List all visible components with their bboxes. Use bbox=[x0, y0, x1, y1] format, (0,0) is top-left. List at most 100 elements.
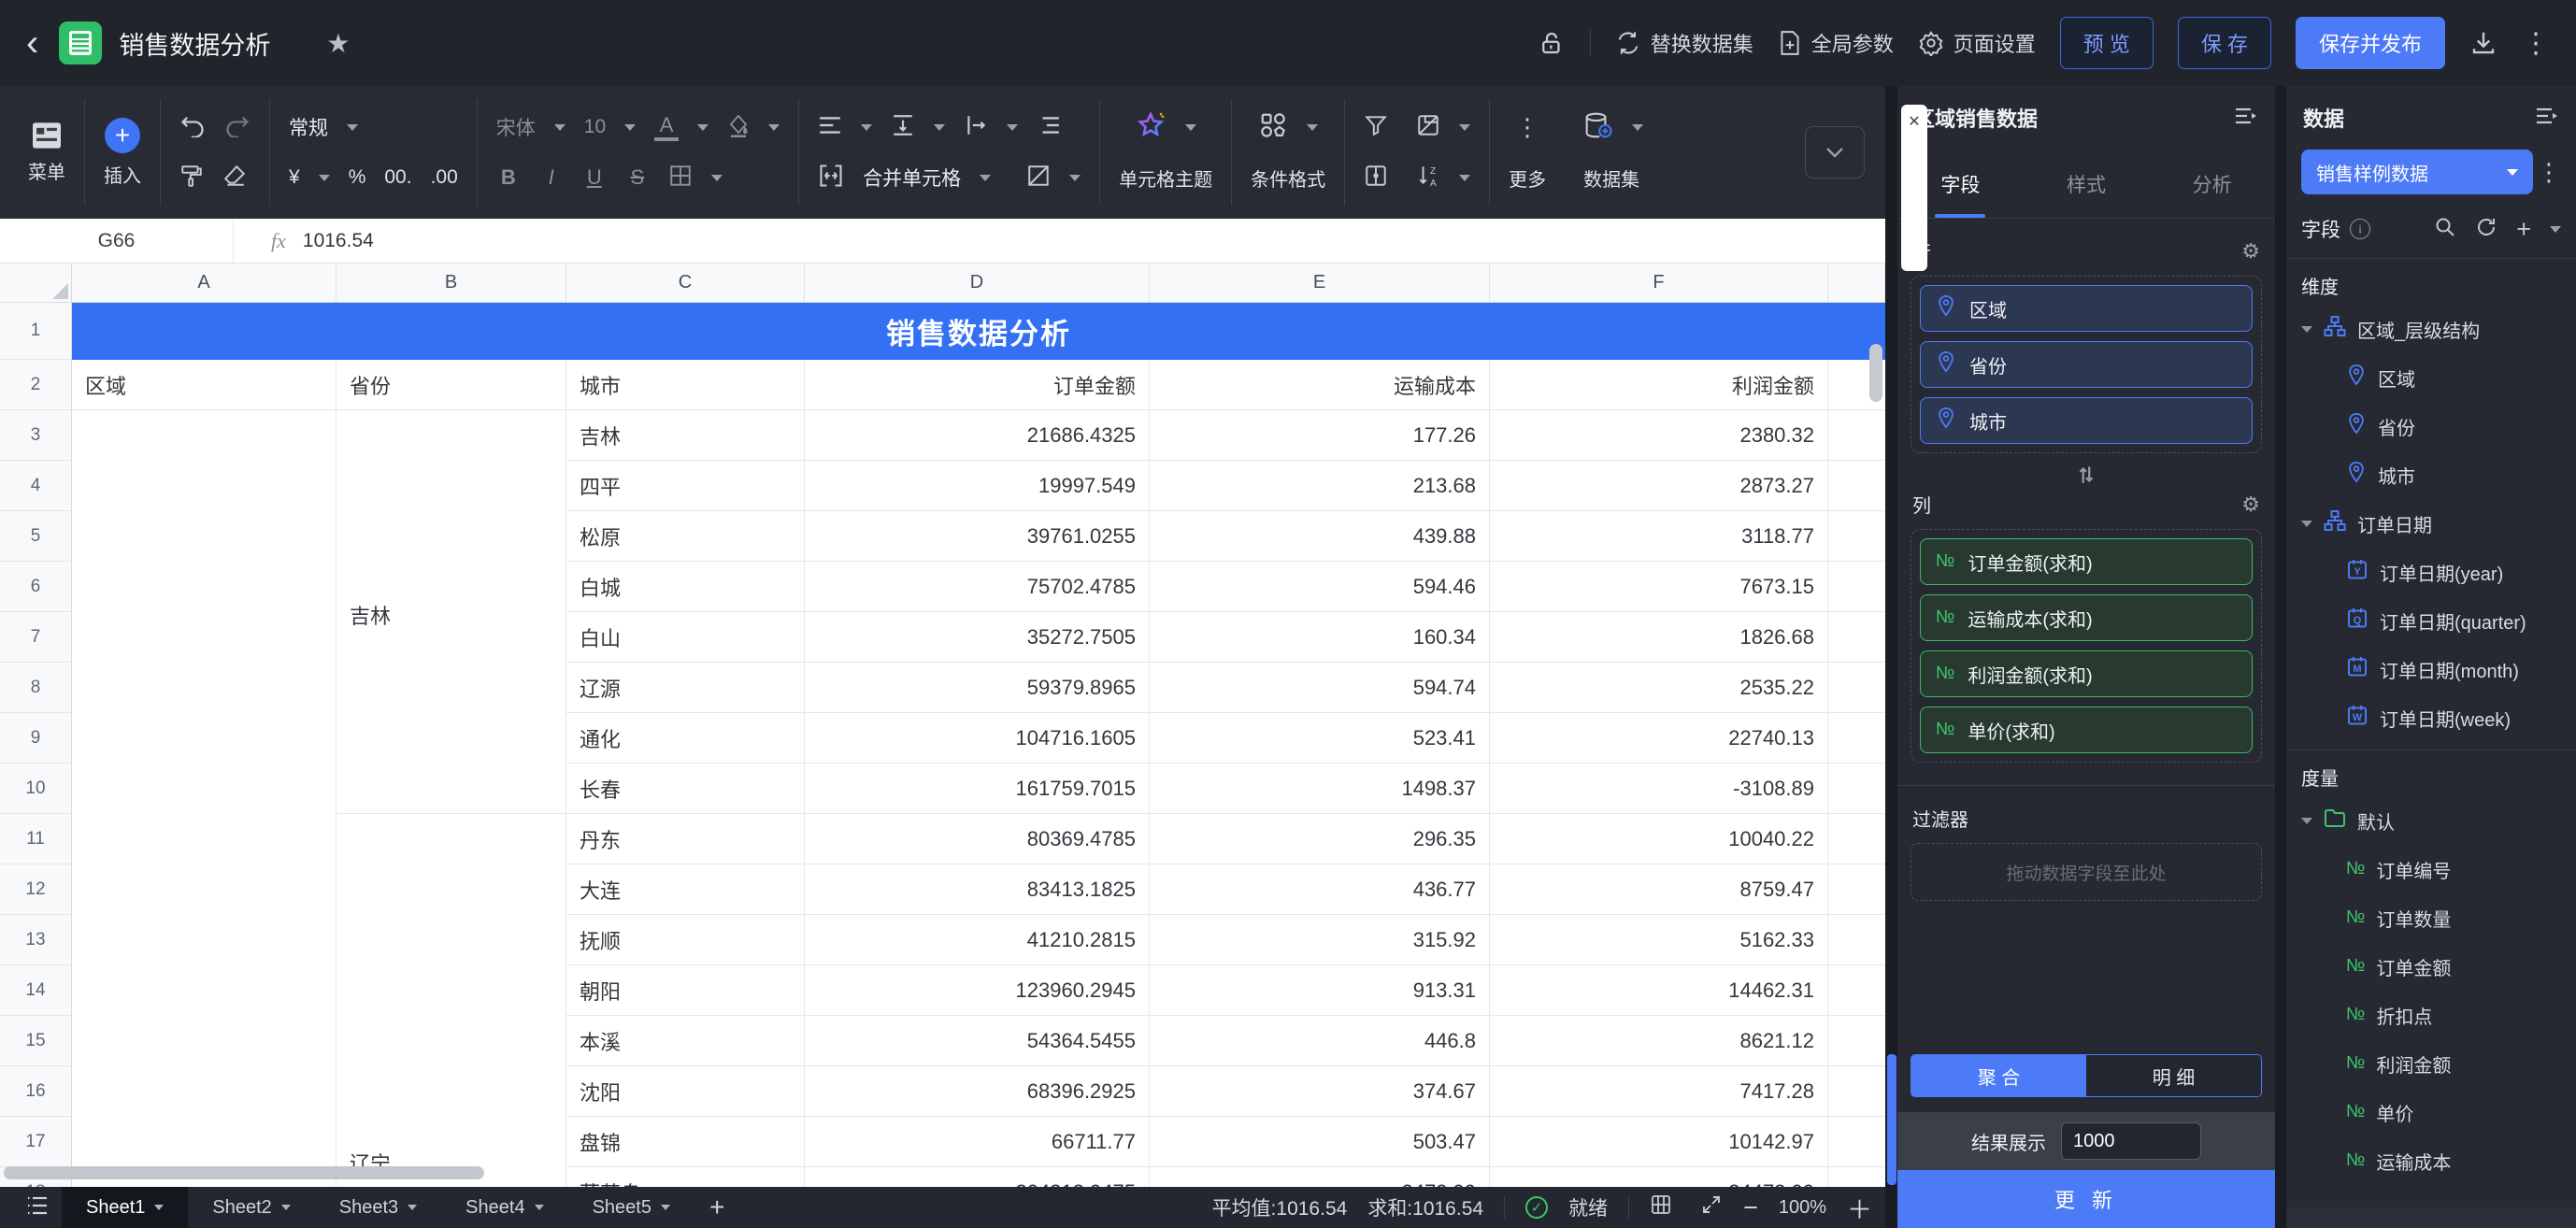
format-painter-icon[interactable] bbox=[179, 164, 204, 193]
header-cell-profit[interactable]: 利润金额 bbox=[1490, 360, 1828, 410]
row-header-2[interactable]: 2 bbox=[0, 360, 72, 410]
horizontal-align-button[interactable] bbox=[818, 115, 842, 140]
cell-order-amount[interactable]: 41210.2815 bbox=[805, 915, 1150, 965]
chevron-down-icon[interactable] bbox=[1007, 123, 1019, 131]
zoom-in-button[interactable]: ＋ bbox=[1847, 1190, 1872, 1226]
chevron-down-icon[interactable] bbox=[553, 123, 565, 131]
caret-down-icon[interactable] bbox=[2301, 325, 2312, 333]
tab-分析[interactable]: 分析 bbox=[2149, 150, 2275, 218]
cell-province-merged[interactable] bbox=[336, 663, 566, 713]
menu-button[interactable]: 菜单 bbox=[28, 121, 65, 184]
column-field-pill[interactable]: № 订单金额(求和) bbox=[1920, 538, 2253, 585]
cell-city[interactable]: 通化 bbox=[566, 713, 805, 764]
cell-profit[interactable]: 14462.31 bbox=[1490, 965, 1828, 1016]
cell-profit[interactable]: 2873.27 bbox=[1490, 461, 1828, 511]
cell-profit[interactable]: 3118.77 bbox=[1490, 511, 1828, 562]
add-field-icon[interactable]: + bbox=[2516, 216, 2531, 242]
tree-item-运输成本[interactable]: № 运输成本 bbox=[2286, 1136, 2576, 1185]
detail-mode-button[interactable]: 明 细 bbox=[2086, 1055, 2261, 1096]
column-header-A[interactable]: A bbox=[72, 264, 336, 303]
sheet-tab-Sheet1[interactable]: Sheet1 bbox=[62, 1187, 189, 1228]
fullscreen-icon[interactable] bbox=[1700, 1193, 1723, 1221]
zoom-out-button[interactable]: − bbox=[1743, 1193, 1758, 1222]
cell-region-merged[interactable] bbox=[72, 713, 336, 764]
cell-shipping-cost[interactable]: 523.41 bbox=[1150, 713, 1490, 764]
cell-province-merged[interactable] bbox=[336, 915, 566, 965]
tree-item-城市[interactable]: 城市 bbox=[2286, 450, 2576, 499]
cell-sliver[interactable] bbox=[1828, 612, 1885, 663]
cell-region-merged[interactable] bbox=[72, 1117, 336, 1167]
cell-order-amount[interactable]: 123960.2945 bbox=[805, 965, 1150, 1016]
sheet-tab-Sheet2[interactable]: Sheet2 bbox=[188, 1187, 314, 1228]
cell-sliver[interactable] bbox=[1828, 1117, 1885, 1167]
sort-icon[interactable]: ZA bbox=[1416, 164, 1440, 193]
indent-button[interactable] bbox=[1037, 115, 1061, 140]
cell-order-amount[interactable]: 21686.4325 bbox=[805, 410, 1150, 461]
cell-sliver[interactable] bbox=[1828, 965, 1885, 1016]
conditional-format-button[interactable]: 条件格式 bbox=[1251, 164, 1325, 192]
cell-order-amount[interactable]: 161759.7015 bbox=[805, 764, 1150, 814]
tree-item-订单日期(month)[interactable]: M 订单日期(month) bbox=[2286, 645, 2576, 693]
chevron-down-icon[interactable] bbox=[318, 174, 330, 181]
chevron-down-icon[interactable] bbox=[347, 123, 358, 131]
chevron-down-icon[interactable] bbox=[280, 1205, 291, 1210]
cell-city[interactable]: 葫芦岛 bbox=[566, 1167, 805, 1187]
cell-profit[interactable]: 2380.32 bbox=[1490, 410, 1828, 461]
row-field-pill[interactable]: 省份 bbox=[1920, 341, 2253, 388]
chevron-down-icon[interactable] bbox=[1459, 123, 1471, 131]
row-header-5[interactable]: 5 bbox=[0, 511, 72, 562]
chevron-down-icon[interactable] bbox=[660, 1205, 670, 1210]
tree-item-订单数量[interactable]: № 订单数量 bbox=[2286, 893, 2576, 942]
cell-order-amount[interactable]: 59379.8965 bbox=[805, 663, 1150, 713]
cell-profit[interactable]: 22740.13 bbox=[1490, 713, 1828, 764]
save-button[interactable]: 保 存 bbox=[2177, 17, 2271, 69]
number-format-select[interactable]: 常规 bbox=[289, 113, 328, 141]
cell-order-amount[interactable]: 80369.4785 bbox=[805, 814, 1150, 864]
filter-dropzone[interactable]: 拖动数据字段至此处 bbox=[1911, 843, 2262, 901]
tree-item-省份[interactable]: 省份 bbox=[2286, 402, 2576, 450]
header-cell-shipping-cost[interactable]: 运输成本 bbox=[1150, 360, 1490, 410]
cell-profit[interactable]: 8621.12 bbox=[1490, 1016, 1828, 1066]
cell-city[interactable]: 吉林 bbox=[566, 410, 805, 461]
column-header-D[interactable]: D bbox=[805, 264, 1150, 303]
grid-view-icon[interactable] bbox=[1650, 1193, 1672, 1221]
vertical-align-button[interactable] bbox=[891, 114, 915, 141]
cell-sliver[interactable] bbox=[1828, 764, 1885, 814]
cell-shipping-cost[interactable]: 296.35 bbox=[1150, 814, 1490, 864]
tree-item-利润金额[interactable]: № 利润金额 bbox=[2286, 1039, 2576, 1088]
undo-icon[interactable] bbox=[179, 113, 206, 142]
chevron-down-icon[interactable] bbox=[697, 123, 709, 131]
cell-shipping-cost[interactable]: 315.92 bbox=[1150, 915, 1490, 965]
cell-region-merged[interactable] bbox=[72, 1066, 336, 1117]
row-header-14[interactable]: 14 bbox=[0, 965, 72, 1016]
chevron-down-icon[interactable] bbox=[861, 123, 873, 131]
redo-icon[interactable] bbox=[224, 113, 250, 142]
cell-city[interactable]: 沈阳 bbox=[566, 1066, 805, 1117]
download-icon[interactable] bbox=[2469, 29, 2497, 57]
merge-cells-icon[interactable] bbox=[818, 164, 844, 193]
cell-reference-box[interactable]: G66 bbox=[0, 219, 234, 263]
more-menu-icon[interactable]: ⋮ bbox=[2522, 27, 2550, 60]
preview-button[interactable]: 预 览 bbox=[2059, 17, 2154, 69]
formula-input[interactable]: 1016.54 bbox=[303, 230, 374, 252]
row-header-1[interactable]: 1 bbox=[0, 303, 72, 360]
column-header-C[interactable]: C bbox=[566, 264, 805, 303]
header-cell-province[interactable]: 省份 bbox=[336, 360, 566, 410]
row-field-pill[interactable]: 城市 bbox=[1920, 397, 2253, 444]
cell-region-merged[interactable] bbox=[72, 511, 336, 562]
cell-city[interactable]: 白山 bbox=[566, 612, 805, 663]
search-icon[interactable] bbox=[2434, 216, 2456, 243]
dataset-button[interactable]: 数据集 bbox=[1583, 164, 1639, 192]
row-header-13[interactable]: 13 bbox=[0, 915, 72, 965]
decrease-decimal-button[interactable]: .00 bbox=[431, 166, 458, 189]
eraser-icon[interactable] bbox=[222, 164, 247, 193]
zoom-level[interactable]: 100% bbox=[1779, 1197, 1826, 1219]
tab-样式[interactable]: 样式 bbox=[2024, 150, 2150, 218]
close-icon[interactable]: ✕ bbox=[1908, 112, 1920, 271]
chevron-down-icon[interactable] bbox=[1632, 123, 1644, 131]
sheet-title-banner[interactable]: 销售数据分析 bbox=[72, 303, 1885, 360]
cell-sliver[interactable] bbox=[1828, 1167, 1885, 1187]
vertical-scrollbar-thumb[interactable] bbox=[1869, 344, 1882, 402]
cell-shipping-cost[interactable]: 213.68 bbox=[1150, 461, 1490, 511]
cell-region-merged[interactable] bbox=[72, 764, 336, 814]
